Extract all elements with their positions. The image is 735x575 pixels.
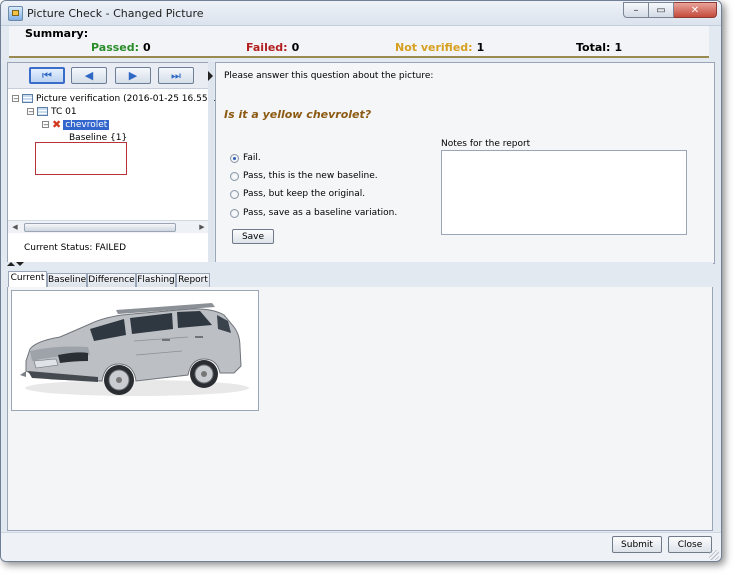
save-button[interactable]: Save xyxy=(232,229,274,244)
tab-current[interactable]: Current xyxy=(8,271,47,288)
status-value: FAILED xyxy=(95,243,127,253)
minimize-icon: – xyxy=(633,5,639,16)
option-label: Pass, but keep the original. xyxy=(243,189,366,199)
close-button[interactable]: Close xyxy=(668,536,712,553)
previous-icon: ◀ xyxy=(84,69,94,82)
notes-label: Notes for the report xyxy=(441,139,531,149)
window-controls: – ▭ ✕ xyxy=(623,2,717,19)
question-text: Is it a yellow chevrolet? xyxy=(224,108,372,121)
maximize-icon: ▭ xyxy=(656,5,666,16)
tree-root[interactable]: − Picture verification (2016-01-25 16.55… xyxy=(12,92,231,105)
last-button[interactable]: ⏭ xyxy=(158,67,194,84)
not-verified-label: Not verified: xyxy=(395,41,473,54)
tree-pane: ⏮ ◀ ▶ ⏭ − Picture verification (2016-01-… xyxy=(7,62,231,264)
tree-item-chevrolet[interactable]: − ✖ chevrolet xyxy=(42,117,110,131)
total-count: 1 xyxy=(614,41,623,54)
tab-baseline[interactable]: Baseline xyxy=(47,273,87,287)
summary-bar: Summary: Passed: 0 Failed: 0 Not verified:… xyxy=(9,26,709,58)
radio-icon[interactable] xyxy=(230,208,239,218)
submit-button[interactable]: Submit xyxy=(612,536,662,553)
title-bar: Picture Check - Changed Picture – ▭ ✕ xyxy=(1,1,721,26)
verification-tree: − Picture verification (2016-01-25 16.55… xyxy=(8,89,231,219)
last-icon: ⏭ xyxy=(171,68,181,82)
option-baseline-variation[interactable]: Pass, save as a baseline variation. xyxy=(230,208,397,218)
scroll-right-icon[interactable]: ▶ xyxy=(197,222,207,232)
notes-textarea[interactable] xyxy=(441,150,687,235)
first-icon: ⏮ xyxy=(42,68,52,82)
failed-count: 0 xyxy=(291,41,300,54)
option-fail[interactable]: Fail. xyxy=(230,153,261,163)
question-pane: Please answer this question about the pi… xyxy=(215,62,715,264)
option-new-baseline[interactable]: Pass, this is the new baseline. xyxy=(230,171,378,181)
summary-title: Summary: xyxy=(25,27,89,40)
next-button[interactable]: ▶ xyxy=(115,67,151,84)
failed-label: Failed: xyxy=(246,41,288,54)
minimize-button[interactable]: – xyxy=(623,2,649,18)
previous-button[interactable]: ◀ xyxy=(71,67,107,84)
next-icon: ▶ xyxy=(128,69,138,82)
passed-count: 0 xyxy=(143,41,151,54)
tab-flashing[interactable]: Flashing xyxy=(136,273,176,287)
collapse-icon[interactable]: − xyxy=(42,121,49,129)
current-picture-pane xyxy=(7,287,713,531)
radio-icon[interactable] xyxy=(230,171,239,181)
scroll-left-icon[interactable]: ◀ xyxy=(10,222,20,232)
picture-check-window: Picture Check - Changed Picture – ▭ ✕ Su… xyxy=(0,0,722,562)
collapse-up-icon[interactable] xyxy=(7,262,15,266)
option-label: Pass, save as a baseline variation. xyxy=(243,208,398,218)
tab-difference[interactable]: Difference xyxy=(87,273,136,287)
tree-testcase[interactable]: − TC 01 xyxy=(27,105,77,118)
tree-item-label: chevrolet xyxy=(63,119,110,130)
tree-child-label: Baseline {1} xyxy=(69,132,128,143)
option-label: Fail. xyxy=(243,153,261,163)
navigation-bar: ⏮ ◀ ▶ ⏭ xyxy=(8,63,209,89)
collapse-icon[interactable]: − xyxy=(12,95,19,103)
car-image xyxy=(20,303,249,396)
app-icon xyxy=(8,6,23,21)
picture-tabs: Current Baseline Difference Flashing Rep… xyxy=(7,271,713,288)
horizontal-splitter[interactable] xyxy=(7,262,713,267)
collapse-down-icon[interactable] xyxy=(16,262,24,266)
option-keep-original[interactable]: Pass, but keep the original. xyxy=(230,189,365,199)
radio-icon[interactable] xyxy=(230,189,239,199)
car-picture xyxy=(11,290,259,411)
radio-icon[interactable] xyxy=(230,153,239,163)
tab-report[interactable]: Report xyxy=(176,273,210,287)
tree-testcase-label: TC 01 xyxy=(51,106,77,117)
option-label: Pass, this is the new baseline. xyxy=(243,171,378,181)
current-status: Current Status: FAILED xyxy=(24,243,126,253)
window-title: Picture Check - Changed Picture xyxy=(27,7,204,20)
footer-bar: Submit Close xyxy=(1,532,721,561)
tree-root-label: Picture verification (2016-01-25 16.55.1… xyxy=(36,93,232,104)
status-label: Current Status: xyxy=(24,243,93,253)
close-icon: ✕ xyxy=(690,5,700,16)
passed-label: Passed: xyxy=(91,41,140,54)
passed-stat: Passed: 0 xyxy=(91,41,151,54)
first-button[interactable]: ⏮ xyxy=(29,67,65,84)
close-window-button[interactable]: ✕ xyxy=(674,2,717,18)
maximize-button[interactable]: ▭ xyxy=(649,2,674,18)
scroll-thumb[interactable] xyxy=(24,223,176,232)
total-label: Total: xyxy=(576,41,611,54)
horizontal-scrollbar[interactable]: ◀ ▶ xyxy=(8,220,209,233)
fail-cross-icon: ✖ xyxy=(52,117,62,131)
table-icon xyxy=(22,94,33,103)
question-prompt: Please answer this question about the pi… xyxy=(224,71,434,81)
table-icon xyxy=(37,107,48,116)
not-verified-stat: Not verified: 1 xyxy=(395,41,484,54)
collapse-icon[interactable]: − xyxy=(27,108,34,116)
total-stat: Total: 1 xyxy=(576,41,622,54)
failed-stat: Failed: 0 xyxy=(246,41,299,54)
resize-grip-icon[interactable] xyxy=(709,550,719,560)
highlight-box xyxy=(35,142,127,175)
not-verified-count: 1 xyxy=(476,41,485,54)
vertical-splitter[interactable] xyxy=(208,62,214,262)
expand-right-icon[interactable] xyxy=(208,71,213,81)
